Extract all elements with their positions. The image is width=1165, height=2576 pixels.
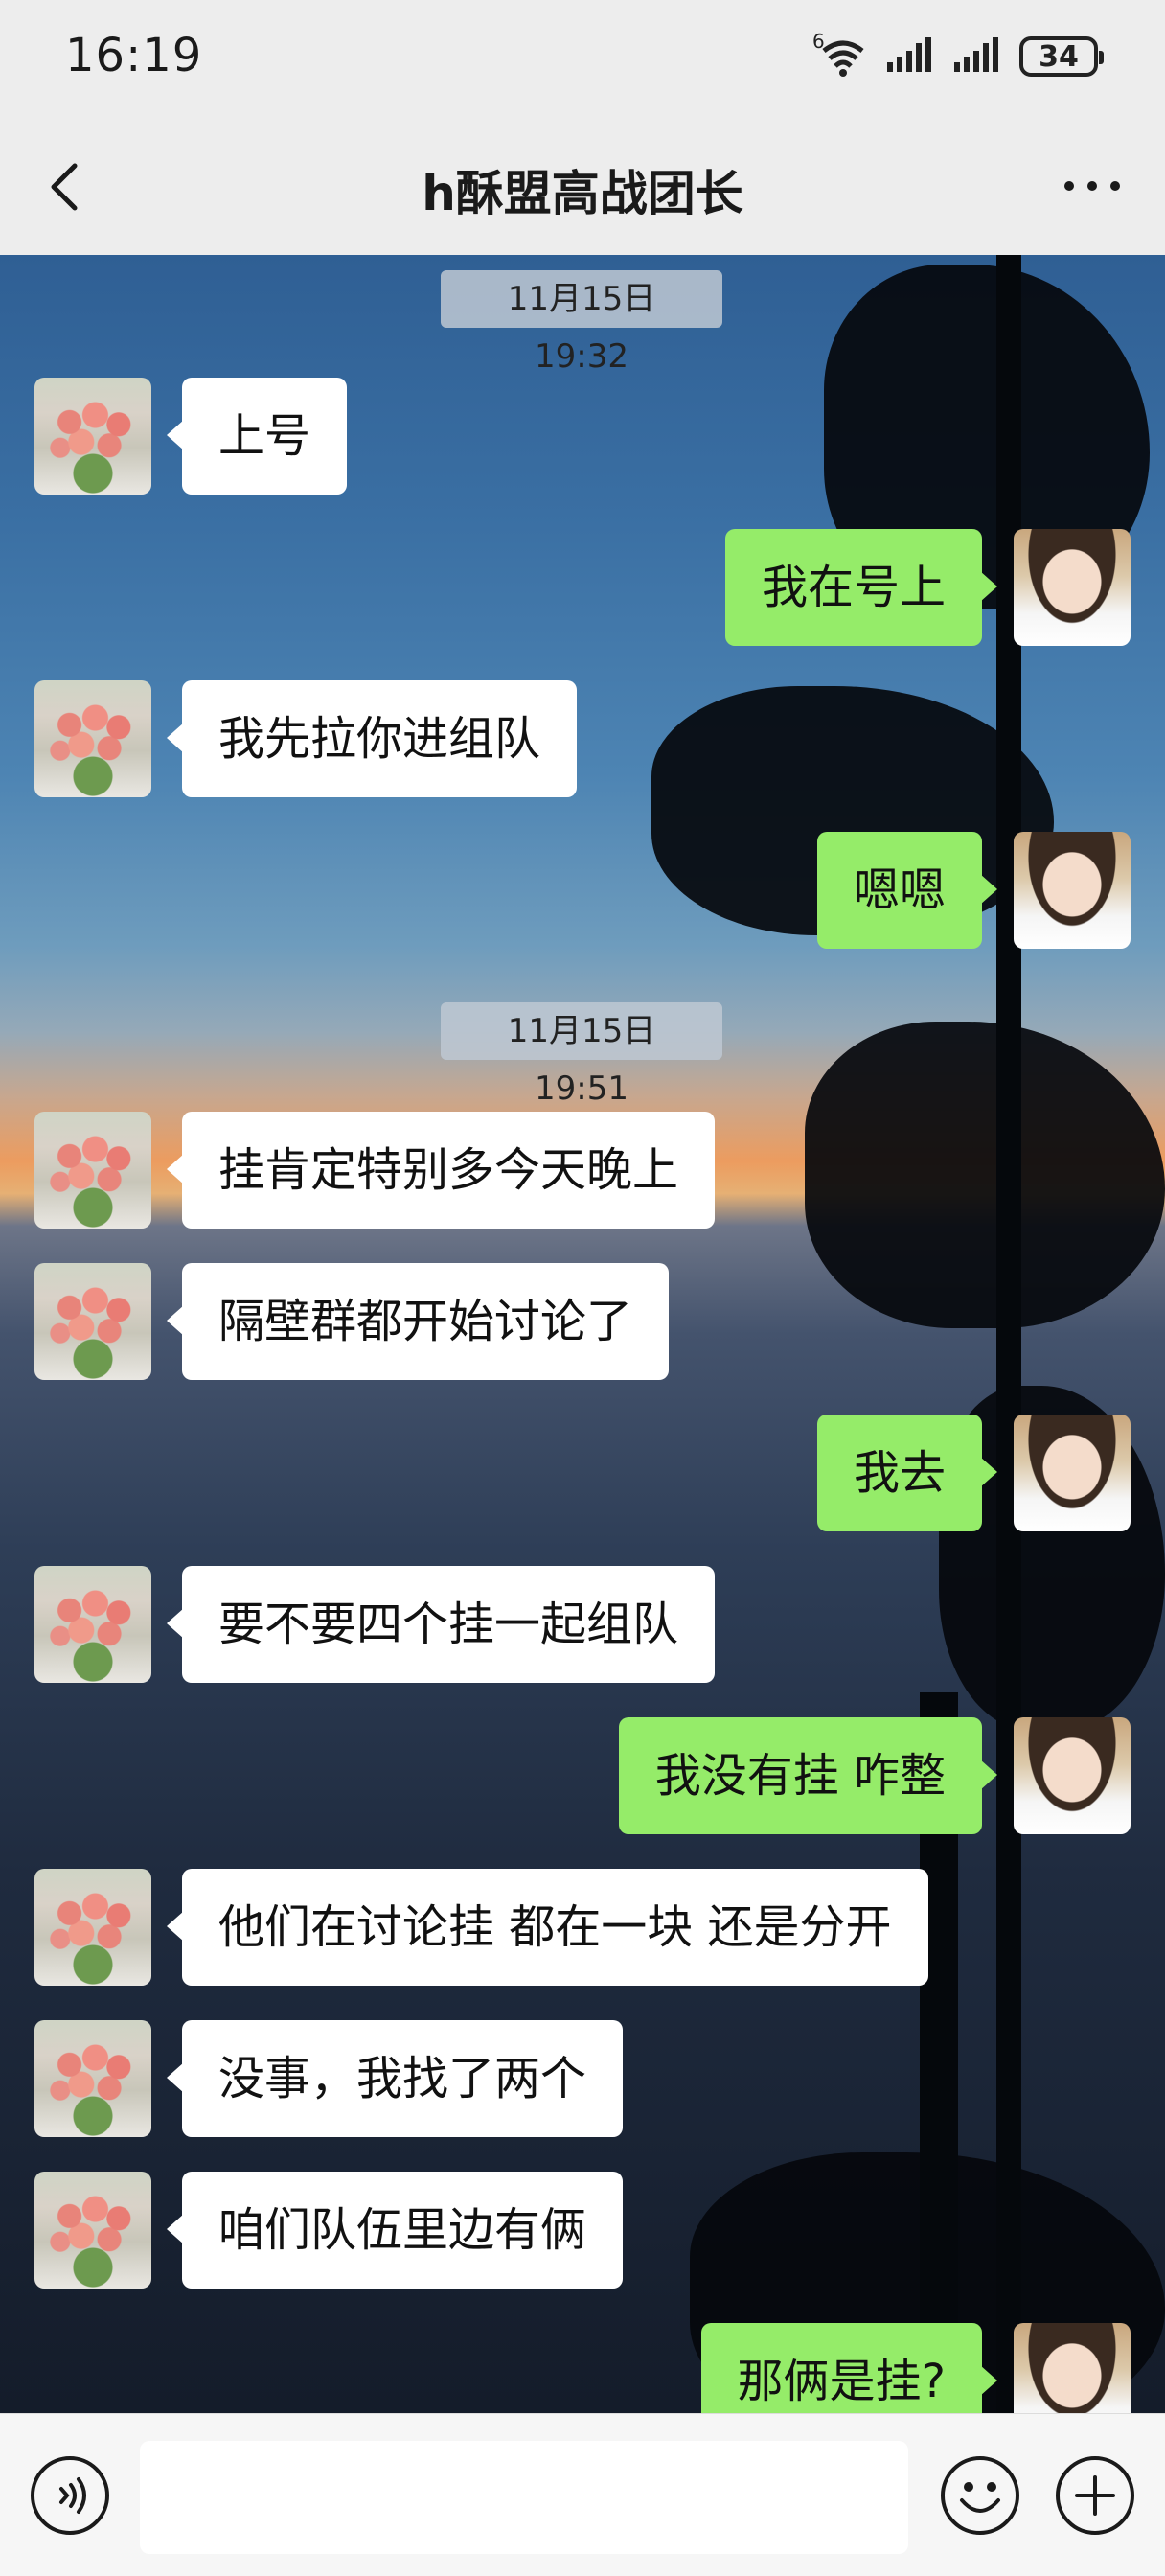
signal-icon [952, 35, 1002, 78]
signal-icon [885, 35, 935, 78]
status-time: 16:19 [65, 29, 203, 82]
avatar[interactable] [1014, 529, 1131, 646]
wifi-icon: 6 [812, 30, 868, 78]
voice-button[interactable] [29, 2454, 111, 2537]
message-bubble-received[interactable]: 挂肯定特别多今天晚上 [166, 1112, 716, 1229]
message-bubble-sent[interactable]: 嗯嗯 [816, 832, 998, 949]
avatar[interactable] [34, 1566, 151, 1683]
avatar[interactable] [1014, 832, 1131, 949]
avatar[interactable] [34, 1112, 151, 1229]
timestamp: 11月15日 19:51 [441, 1002, 722, 1108]
message-bubble-received[interactable]: 咱们队伍里边有俩 [166, 2172, 624, 2288]
message-bubble-sent[interactable]: 那俩是挂? [700, 2323, 998, 2413]
message-bubble-sent[interactable]: 我没有挂 咋整 [618, 1717, 998, 1834]
message-input[interactable] [140, 2441, 908, 2554]
message-bubble-received[interactable]: 没事，我找了两个 [166, 2020, 624, 2137]
input-bar [0, 2413, 1165, 2576]
voice-icon [31, 2456, 109, 2535]
message-bubble-received[interactable]: 他们在讨论挂 都在一块 还是分开 [167, 1869, 928, 1986]
title-bar: h酥盟高战团长 [0, 119, 1165, 255]
message-bubble-received[interactable]: 要不要四个挂一起组队 [166, 1566, 716, 1683]
avatar[interactable] [34, 2020, 151, 2137]
avatar[interactable] [1014, 1717, 1131, 1834]
battery-level: 34 [1039, 39, 1079, 74]
message-bubble-sent[interactable]: 我在号上 [724, 529, 998, 646]
plus-icon [1056, 2456, 1134, 2535]
chat-area[interactable]: 11月15日 19:32 上号 我在号上 我先拉你进组队 嗯嗯 11月15日 1… [0, 255, 1165, 2413]
emoji-button[interactable] [939, 2454, 1021, 2537]
battery-icon: 34 [1019, 36, 1104, 77]
avatar[interactable] [1014, 1414, 1131, 1531]
avatar[interactable] [34, 1263, 151, 1380]
more-dots-icon [1064, 181, 1120, 191]
more-button[interactable] [1058, 157, 1127, 215]
emoji-icon [941, 2456, 1019, 2535]
message-bubble-received[interactable]: 我先拉你进组队 [166, 680, 578, 797]
avatar[interactable] [1014, 2323, 1131, 2413]
timestamp: 11月15日 19:32 [441, 270, 722, 376]
avatar[interactable] [34, 378, 151, 494]
message-bubble-received[interactable]: 上号 [166, 378, 348, 494]
status-bar: 16:19 6 34 [0, 0, 1165, 119]
message-bubble-sent[interactable]: 我去 [816, 1414, 998, 1531]
avatar[interactable] [34, 2172, 151, 2288]
message-bubble-received[interactable]: 隔壁群都开始讨论了 [166, 1263, 670, 1380]
avatar[interactable] [34, 680, 151, 797]
chat-title: h酥盟高战团长 [422, 166, 743, 221]
status-icons: 6 34 [812, 30, 1104, 80]
network-label: 6 [812, 30, 825, 53]
plus-button[interactable] [1054, 2454, 1136, 2537]
avatar[interactable] [34, 1869, 151, 1986]
